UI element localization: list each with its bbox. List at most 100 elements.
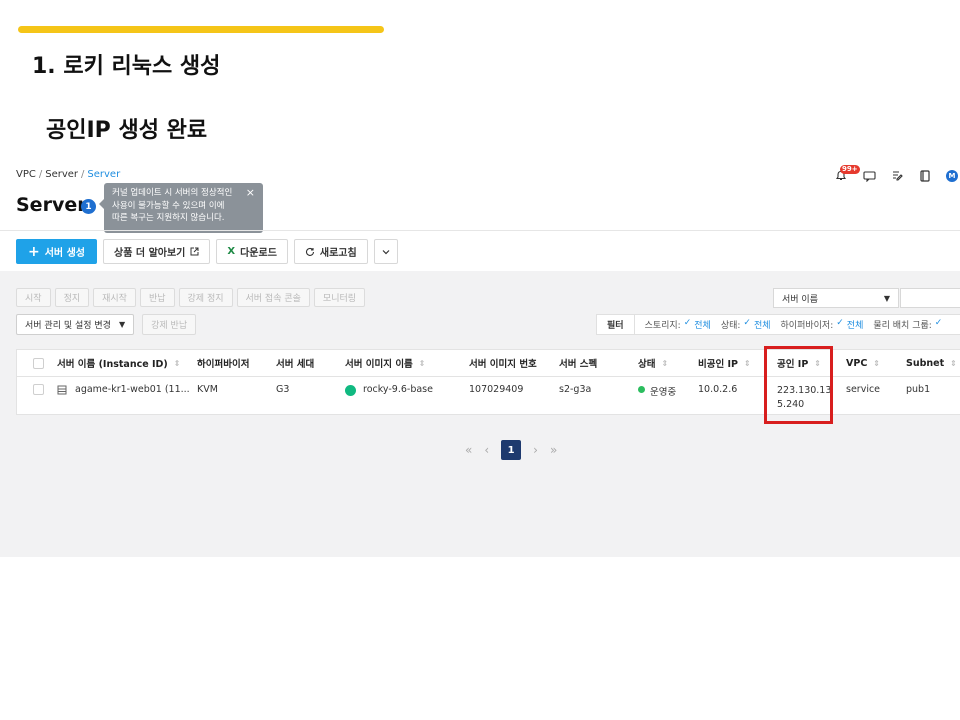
current-page[interactable]: 1 (501, 440, 522, 460)
sort-icon: ⇕ (173, 358, 181, 368)
close-icon[interactable]: × (246, 186, 255, 200)
refresh-button[interactable]: 새로고침 (293, 239, 368, 264)
check-icon: ✓ (743, 318, 751, 328)
filter-placement-label: 물리 배치 그룹: (873, 321, 932, 331)
chevron-down-icon (382, 249, 390, 254)
hypervisor-cell: KVM (197, 384, 218, 395)
monitoring-button[interactable]: 모니터링 (313, 288, 366, 307)
server-actions: 시작 정지 재시작 반납 강제 정지 서버 접속 콘솔 모니터링 (16, 288, 366, 307)
restart-button[interactable]: 재시작 (93, 288, 136, 307)
check-icon: ✓ (683, 318, 692, 328)
create-server-button[interactable]: + 서버 생성 (16, 239, 97, 264)
prev-page-icon[interactable]: ‹ (484, 443, 489, 457)
filter-storage[interactable]: 스토리지: ✓ 전체 (635, 318, 711, 331)
row-checkbox[interactable] (33, 377, 44, 416)
status-running-icon (638, 386, 645, 393)
filter-status-label: 상태: (720, 321, 741, 331)
check-icon: ✓ (836, 318, 844, 328)
filter-button[interactable]: 필터 (597, 315, 635, 334)
start-button[interactable]: 시작 (16, 288, 51, 307)
sort-icon: ⇕ (744, 358, 751, 368)
filter-placement-group[interactable]: 물리 배치 그룹: ✓ (863, 318, 942, 331)
pagination: « ‹ 1 › » (465, 440, 557, 460)
sort-icon: ⇕ (661, 358, 669, 368)
sort-icon: ⇕ (418, 358, 426, 368)
notification-badge: 99+ (840, 165, 860, 174)
server-settings-dropdown[interactable]: 서버 관리 및 설정 변경 ▼ (16, 314, 135, 335)
breadcrumb: VPC / Server / Server (16, 169, 121, 180)
image-name-cell: rocky-9.6-base (345, 377, 433, 416)
search-field-select[interactable]: 서버 이름 ▼ (773, 288, 899, 308)
console-button[interactable]: 서버 접속 콘솔 (236, 288, 310, 307)
caret-down-icon: ▼ (118, 320, 126, 329)
sort-icon: ⇕ (950, 358, 957, 368)
edit-icon[interactable] (890, 169, 904, 183)
caret-down-icon: ▼ (883, 293, 890, 303)
status-cell: 운영중 (638, 377, 676, 416)
filter-status[interactable]: 상태: ✓ 전체 (711, 318, 771, 331)
col-subnet[interactable]: Subnet ⇕ (906, 350, 957, 376)
page-title: Server (16, 194, 87, 216)
stop-button[interactable]: 정지 (54, 288, 90, 307)
search-input[interactable] (900, 288, 960, 308)
first-page-icon[interactable]: « (465, 443, 472, 457)
tooltip-line: 커널 업데이트 시 서버의 정상적인 (112, 188, 233, 198)
col-image-no[interactable]: 서버 이미지 번호 (469, 350, 537, 376)
info-badge[interactable]: 1 (81, 199, 96, 214)
spec-cell: s2-g3a (559, 384, 592, 395)
server-icon (57, 385, 67, 395)
more-products-label: 상품 더 알아보기 (114, 248, 186, 259)
divider (0, 230, 960, 231)
select-all-checkbox[interactable] (33, 350, 44, 376)
server-settings-label: 서버 관리 및 설정 변경 (25, 321, 111, 331)
chat-icon[interactable] (862, 169, 876, 183)
last-page-icon[interactable]: » (550, 443, 557, 457)
management-row: 서버 관리 및 설정 변경 ▼ 강제 반납 (16, 314, 197, 335)
slide-subtitle: 공인IP 생성 완료 (46, 118, 208, 143)
slide-title: 1. 로키 리눅스 생성 (32, 54, 221, 79)
filter-storage-value: 전체 (694, 321, 711, 331)
rocky-linux-icon (345, 385, 356, 396)
accent-bar (18, 26, 384, 33)
breadcrumb-vpc[interactable]: VPC (16, 169, 36, 180)
filter-hypervisor-value: 전체 (846, 321, 864, 331)
search-field-value: 서버 이름 (782, 294, 818, 305)
excel-icon: X (227, 246, 236, 257)
tooltip-line: 따른 복구는 지원하지 않습니다. (112, 213, 225, 223)
col-server-name[interactable]: 서버 이름 (Instance ID) ⇕ (57, 350, 180, 376)
return-button[interactable]: 반납 (139, 288, 175, 307)
refresh-icon (305, 247, 314, 256)
col-image-name[interactable]: 서버 이미지 이름 ⇕ (345, 350, 426, 376)
generation-cell: G3 (276, 384, 290, 395)
server-name-cell[interactable]: agame-kr1-web01 (11... (57, 377, 190, 416)
filter-status-value: 전체 (753, 321, 771, 331)
col-private-ip[interactable]: 비공인 IP ⇕ (698, 350, 751, 376)
col-generation[interactable]: 서버 세대 (276, 350, 314, 376)
header-icons: 99+ M (834, 165, 960, 186)
filter-storage-label: 스토리지: (644, 321, 681, 331)
filter-hypervisor[interactable]: 하이퍼바이저: ✓ 전체 (771, 318, 864, 331)
bell-icon[interactable]: 99+ (834, 165, 860, 183)
subnet-cell: pub1 (906, 384, 931, 395)
force-stop-button[interactable]: 강제 정지 (178, 288, 233, 307)
vpc-cell: service (846, 384, 881, 395)
force-return-button[interactable]: 강제 반납 (142, 314, 197, 335)
refresh-label: 새로고침 (319, 248, 357, 259)
download-button[interactable]: X 다운로드 (216, 239, 288, 264)
toolbar: + 서버 생성 상품 더 알아보기 X 다운로드 새로고침 (16, 239, 398, 264)
breadcrumb-server[interactable]: Server (45, 169, 78, 180)
private-ip-cell: 10.0.2.6 (698, 384, 738, 395)
more-menu-button[interactable] (373, 239, 398, 264)
filter-bar: 필터 스토리지: ✓ 전체 상태: ✓ 전체 하이퍼바이저: ✓ 전체 물리 배… (596, 314, 960, 335)
next-page-icon[interactable]: › (533, 443, 538, 457)
col-spec[interactable]: 서버 스펙 (559, 350, 597, 376)
book-icon[interactable] (918, 169, 932, 183)
check-icon: ✓ (934, 318, 943, 328)
col-vpc[interactable]: VPC ⇕ (846, 350, 880, 376)
col-status[interactable]: 상태 ⇕ (638, 350, 668, 376)
avatar[interactable]: M (946, 170, 958, 182)
col-hypervisor[interactable]: 하이퍼바이저 (197, 350, 249, 376)
external-link-icon (190, 247, 199, 256)
tooltip-line: 사용이 불가능할 수 있으며 이에 (112, 200, 225, 211)
more-products-button[interactable]: 상품 더 알아보기 (103, 239, 211, 264)
